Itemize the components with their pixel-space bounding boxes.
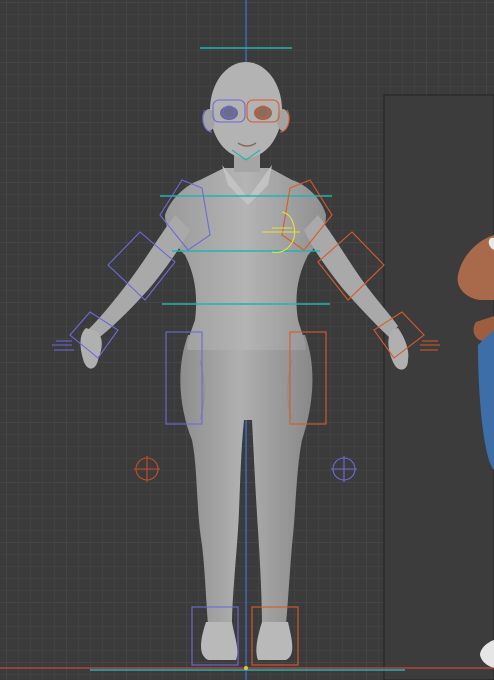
viewport-canvas[interactable]	[0, 0, 494, 680]
origin-point	[244, 666, 248, 670]
reference-image-panel[interactable]	[383, 94, 494, 680]
3d-viewport[interactable]	[0, 0, 494, 680]
character-mesh[interactable]	[80, 62, 409, 660]
knee-target-right-icon[interactable]	[134, 456, 160, 482]
knee-target-left-icon[interactable]	[331, 456, 357, 482]
head	[210, 62, 282, 158]
left-shoe	[201, 622, 238, 660]
right-shoe	[256, 622, 293, 660]
right-hand	[80, 328, 102, 369]
